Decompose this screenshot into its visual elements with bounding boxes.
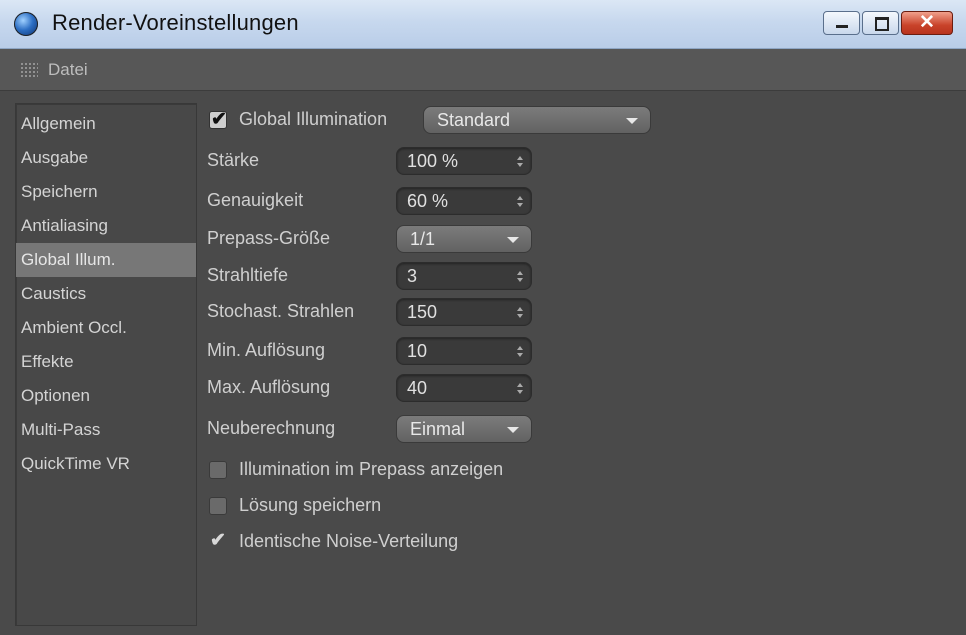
- sidebar-item-ausgabe[interactable]: Ausgabe: [16, 141, 196, 175]
- sidebar-item-multi-pass[interactable]: Multi-Pass: [16, 413, 196, 447]
- maximize-icon: [875, 17, 889, 31]
- spin-down-icon[interactable]: [517, 163, 523, 167]
- prepass-row: Prepass-Größe 1/1: [207, 224, 547, 254]
- menu-datei[interactable]: Datei: [48, 60, 88, 80]
- strahltiefe-label: Strahltiefe: [207, 265, 289, 285]
- close-button[interactable]: ✕: [901, 11, 953, 35]
- neuberechnung-dropdown[interactable]: Einmal: [396, 415, 532, 443]
- chevron-down-icon: [626, 118, 638, 124]
- chevron-down-icon: [507, 427, 519, 433]
- menu-bar: Datei: [0, 49, 966, 91]
- title-bar: Render-Voreinstellungen ✕: [0, 0, 966, 49]
- show-prepass-checkbox[interactable]: [209, 461, 227, 479]
- spin-down-icon[interactable]: [517, 278, 523, 282]
- sidebar-item-speichern[interactable]: Speichern: [16, 175, 196, 209]
- max-aufloesung-value: 40: [407, 378, 428, 398]
- close-icon: ✕: [919, 12, 935, 33]
- genauigkeit-label: Genauigkeit: [207, 190, 304, 210]
- sidebar-item-quicktime-vr[interactable]: QuickTime VR: [16, 447, 196, 481]
- checkmark-icon: ✔: [210, 530, 226, 551]
- sidebar-item-allgemein[interactable]: Allgemein: [16, 107, 196, 141]
- spin-up-icon[interactable]: [517, 346, 523, 350]
- sidebar-item-ambient-occl[interactable]: Ambient Occl.: [16, 311, 196, 345]
- minimize-button[interactable]: [823, 11, 860, 35]
- min-aufloesung-value: 10: [407, 341, 428, 361]
- cinema4d-app-icon: [14, 12, 38, 36]
- spin-up-icon[interactable]: [517, 383, 523, 387]
- spin-up-icon[interactable]: [517, 196, 523, 200]
- spin-down-icon[interactable]: [517, 203, 523, 207]
- staerke-value: 100 %: [407, 151, 459, 171]
- prepass-dropdown[interactable]: 1/1: [396, 225, 532, 253]
- genauigkeit-row: Genauigkeit 60 %: [207, 186, 547, 216]
- gi-enable-label: Global Illumination: [239, 109, 388, 129]
- stochast-input[interactable]: 150: [396, 298, 532, 326]
- min-aufloesung-input[interactable]: 10: [396, 337, 532, 365]
- checkmark-icon: ✔: [211, 109, 227, 130]
- gi-mode-value: Standard: [437, 110, 511, 130]
- stochast-row: Stochast. Strahlen 150: [207, 297, 547, 327]
- stochast-label: Stochast. Strahlen: [207, 301, 355, 321]
- neuberechnung-value: Einmal: [410, 419, 466, 439]
- sidebar-item-optionen[interactable]: Optionen: [16, 379, 196, 413]
- spin-up-icon[interactable]: [517, 156, 523, 160]
- save-solution-row: Lösung speichern: [207, 491, 567, 521]
- settings-category-list: Allgemein Ausgabe Speichern Antialiasing…: [15, 103, 197, 626]
- prepass-value: 1/1: [410, 229, 436, 249]
- window-title: Render-Voreinstellungen: [52, 10, 299, 35]
- max-aufloesung-input[interactable]: 40: [396, 374, 532, 402]
- genauigkeit-input[interactable]: 60 %: [396, 187, 532, 215]
- strahltiefe-input[interactable]: 3: [396, 262, 532, 290]
- spin-up-icon[interactable]: [517, 307, 523, 311]
- spin-down-icon[interactable]: [517, 390, 523, 394]
- max-aufloesung-label: Max. Auflösung: [207, 377, 331, 397]
- neuberechnung-row: Neuberechnung Einmal: [207, 414, 547, 444]
- gi-enable-row: ✔ Global Illumination Standard: [207, 105, 667, 135]
- panel-grip-icon[interactable]: [20, 62, 38, 78]
- save-solution-label: Lösung speichern: [239, 495, 382, 515]
- gi-mode-dropdown[interactable]: Standard: [423, 106, 651, 134]
- strahltiefe-value: 3: [407, 266, 418, 286]
- staerke-label: Stärke: [207, 150, 260, 170]
- genauigkeit-value: 60 %: [407, 191, 449, 211]
- max-aufloesung-row: Max. Auflösung 40: [207, 373, 547, 403]
- identical-noise-checkbox[interactable]: ✔: [209, 530, 227, 551]
- identical-noise-label: Identische Noise-Verteilung: [239, 531, 459, 551]
- staerke-input[interactable]: 100 %: [396, 147, 532, 175]
- neuberechnung-label: Neuberechnung: [207, 418, 336, 438]
- show-prepass-row: Illumination im Prepass anzeigen: [207, 455, 567, 485]
- sidebar-item-global-illum[interactable]: Global Illum.: [16, 243, 196, 277]
- chevron-down-icon: [507, 237, 519, 243]
- min-aufloesung-row: Min. Auflösung 10: [207, 336, 547, 366]
- sidebar-item-caustics[interactable]: Caustics: [16, 277, 196, 311]
- prepass-label: Prepass-Größe: [207, 228, 331, 248]
- sidebar-item-antialiasing[interactable]: Antialiasing: [16, 209, 196, 243]
- identical-noise-row: ✔ Identische Noise-Verteilung: [207, 527, 567, 557]
- spin-up-icon[interactable]: [517, 271, 523, 275]
- strahltiefe-row: Strahltiefe 3: [207, 261, 547, 291]
- staerke-row: Stärke 100 %: [207, 146, 547, 176]
- spin-down-icon[interactable]: [517, 314, 523, 318]
- maximize-button[interactable]: [862, 11, 899, 35]
- save-solution-checkbox[interactable]: [209, 497, 227, 515]
- show-prepass-label: Illumination im Prepass anzeigen: [239, 459, 504, 479]
- sidebar-item-effekte[interactable]: Effekte: [16, 345, 196, 379]
- minimize-icon: [836, 25, 848, 28]
- spin-down-icon[interactable]: [517, 353, 523, 357]
- stochast-value: 150: [407, 302, 438, 322]
- min-aufloesung-label: Min. Auflösung: [207, 340, 326, 360]
- global-illumination-panel: ✔ Global Illumination Standard Stärke 10…: [207, 103, 957, 626]
- gi-enable-checkbox[interactable]: ✔: [209, 109, 227, 130]
